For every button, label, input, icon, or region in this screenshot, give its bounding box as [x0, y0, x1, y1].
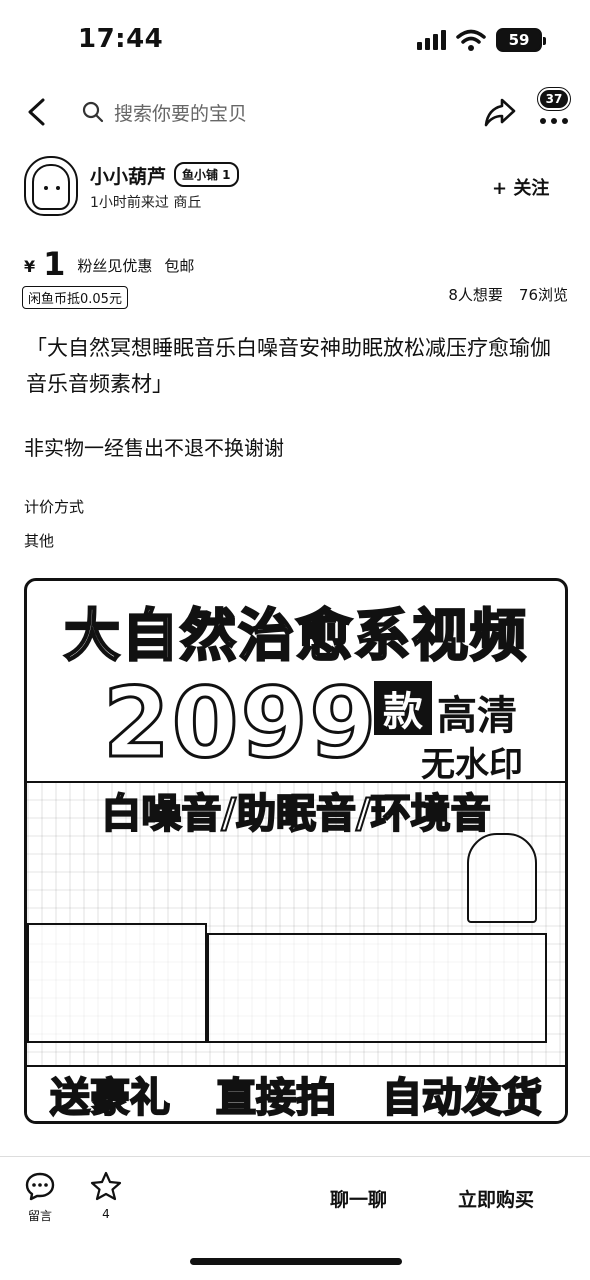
avatar[interactable] — [24, 156, 78, 216]
buy-now-button[interactable]: 立即购买 — [458, 1185, 534, 1212]
share-icon — [484, 98, 516, 127]
banner-kuan: 款 — [374, 681, 432, 735]
coin-discount-tag: 闲鱼币抵0.05元 — [22, 286, 128, 309]
search-icon — [82, 101, 104, 123]
back-button[interactable] — [18, 94, 54, 130]
share-button[interactable] — [482, 94, 518, 130]
seller-meta: 1小时前来过 商丘 — [90, 195, 202, 211]
follow-button[interactable]: + 关注 — [492, 174, 549, 200]
views-count: 76浏览 — [518, 286, 568, 304]
shipping-label: 包邮 — [164, 257, 195, 275]
banner-count: 2099 — [101, 667, 379, 779]
more-button[interactable]: 37 — [530, 87, 578, 136]
banner-auto-ship: 自动发货 — [381, 1074, 543, 1121]
scene-plant — [467, 833, 537, 923]
banner-hd: 高清 — [437, 693, 517, 739]
status-time: 17:44 — [78, 24, 164, 54]
notification-badge: 37 — [536, 87, 572, 111]
status-icons: 59 — [417, 28, 546, 52]
price-value: 1 — [43, 245, 66, 283]
avatar-hair — [32, 164, 70, 210]
banner-direct: 直接拍 — [215, 1074, 337, 1121]
banner-headline: 大自然治愈系视频 — [63, 603, 528, 671]
search-input[interactable]: 搜索你要的宝贝 — [82, 92, 462, 132]
seller-tag: 鱼小铺 1 — [174, 162, 239, 187]
chat-bubble-icon — [25, 1172, 55, 1201]
favorite-count: 4 — [102, 1207, 110, 1221]
banner-gift: 送豪礼 — [49, 1074, 171, 1121]
banner-bottom-strip: 送豪礼 直接拍 自动发货 — [27, 1065, 565, 1121]
price-row: ¥ 1 粉丝见优惠 包邮 — [24, 240, 194, 280]
banner-no-watermark: 无水印 — [421, 745, 523, 785]
wifi-icon — [456, 29, 486, 51]
banner-subline: 白噪音/助眠音/环境音 — [100, 790, 491, 838]
avatar-eye-left — [44, 186, 48, 190]
battery-icon: 59 — [496, 28, 546, 52]
search-placeholder: 搜索你要的宝贝 — [114, 102, 248, 125]
price-method-label: 计价方式 — [24, 498, 85, 516]
price-currency: ¥ — [24, 257, 36, 276]
cellular-signal-icon — [417, 30, 446, 50]
seller-row: 小小葫芦 鱼小铺 1 1小时前来过 商丘 + 关注 — [0, 152, 590, 222]
item-description: 非实物一经售出不退不换谢谢 — [24, 436, 284, 460]
scene-shelf — [207, 933, 547, 1043]
more-dots-icon — [540, 118, 568, 124]
home-indicator — [190, 1258, 402, 1265]
chevron-left-icon — [28, 98, 45, 126]
status-bar: 17:44 59 — [0, 0, 590, 80]
message-button[interactable]: 留言 — [18, 1171, 62, 1224]
price-note: 粉丝见优惠 — [77, 257, 153, 275]
wants-count: 8人想要 — [448, 286, 503, 304]
scene-window — [27, 923, 207, 1043]
nav-bar: 搜索你要的宝贝 37 — [0, 80, 590, 144]
favorite-button[interactable]: 4 — [84, 1171, 128, 1221]
seller-name[interactable]: 小小葫芦 — [90, 162, 166, 189]
item-stats: 8人想要 76浏览 — [448, 284, 568, 305]
price-method-value: 其他 — [24, 532, 55, 550]
message-label: 留言 — [27, 1209, 52, 1223]
star-icon — [90, 1171, 122, 1201]
item-title: 「大自然冥想睡眠音乐白噪音安神助眠放松减压疗愈瑜伽音乐音频素材」 — [26, 336, 551, 396]
avatar-eye-right — [56, 186, 60, 190]
chat-button[interactable]: 聊一聊 — [330, 1185, 387, 1212]
product-image[interactable]: 大自然治愈系视频 2099 款 高清 无水印 白噪音/助眠音/环境音 送豪礼 直… — [24, 578, 568, 1124]
